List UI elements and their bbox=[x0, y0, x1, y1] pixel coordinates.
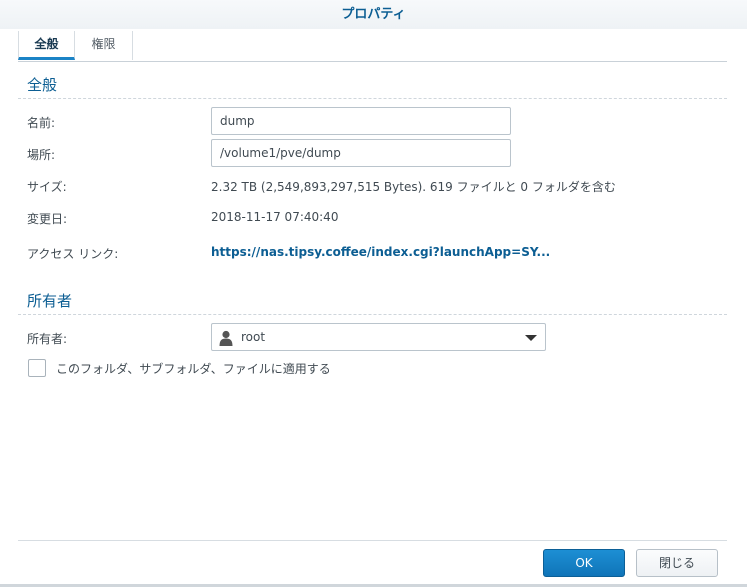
tab-permissions[interactable]: 権限 bbox=[75, 31, 133, 60]
ok-button[interactable]: OK bbox=[543, 549, 625, 577]
owner-label: 所有者: bbox=[27, 332, 68, 346]
location-field[interactable] bbox=[211, 139, 511, 167]
location-label: 場所: bbox=[27, 148, 56, 162]
dialog-titlebar: プロパティ bbox=[0, 0, 747, 29]
owner-section-title: 所有者 bbox=[27, 292, 73, 310]
access-link-label: アクセス リンク: bbox=[27, 247, 119, 261]
user-icon bbox=[219, 330, 233, 346]
name-field[interactable] bbox=[211, 107, 511, 135]
apply-recursive-label[interactable]: このフォルダ、サブフォルダ、ファイルに適用する bbox=[56, 360, 331, 377]
tab-bar: 全般 権限 bbox=[18, 29, 727, 62]
apply-recursive-checkbox[interactable] bbox=[28, 359, 46, 377]
dialog-title: プロパティ bbox=[341, 7, 406, 22]
tab-general[interactable]: 全般 bbox=[18, 31, 75, 60]
footer-divider bbox=[18, 540, 727, 541]
close-button[interactable]: 閉じる bbox=[636, 549, 718, 577]
owner-select[interactable]: root bbox=[211, 323, 546, 351]
size-value: 2.32 TB (2,549,893,297,515 Bytes). 619 フ… bbox=[211, 180, 616, 194]
name-label: 名前: bbox=[27, 116, 56, 130]
modified-value: 2018-11-17 07:40:40 bbox=[211, 210, 339, 224]
owner-section-divider bbox=[18, 314, 727, 315]
caret-down-icon[interactable] bbox=[525, 335, 537, 341]
modified-label: 変更日: bbox=[27, 212, 68, 226]
general-section-title: 全般 bbox=[27, 76, 58, 94]
size-label: サイズ: bbox=[27, 180, 67, 194]
access-link[interactable]: https://nas.tipsy.coffee/index.cgi?launc… bbox=[211, 245, 550, 259]
owner-select-value: root bbox=[241, 330, 266, 344]
general-section-divider bbox=[18, 98, 727, 99]
